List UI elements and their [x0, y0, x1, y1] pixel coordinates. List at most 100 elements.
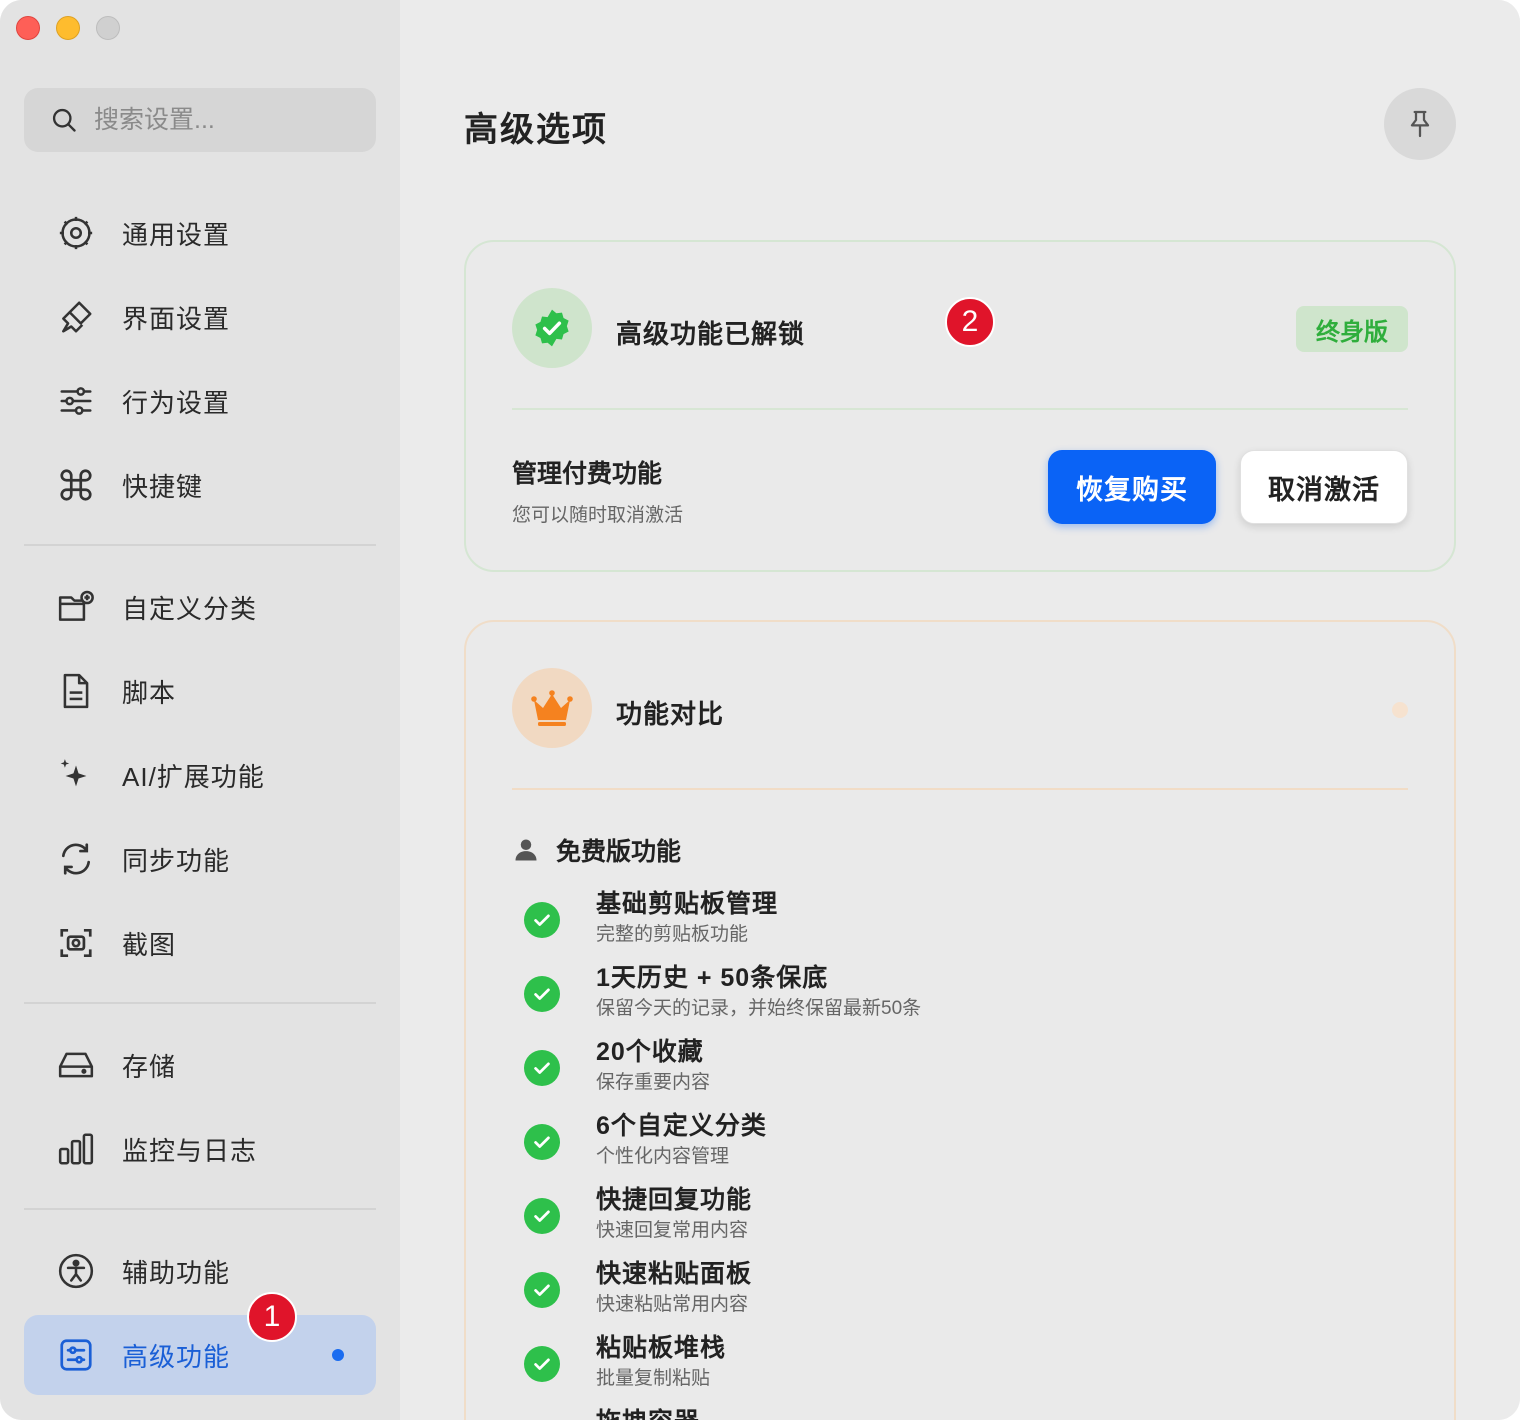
- verified-badge-icon: [512, 288, 592, 368]
- screenshot-icon: [56, 923, 96, 963]
- feature-item: 快捷回复功能 快速回复常用内容: [524, 1184, 752, 1246]
- sidebar-item-accessibility[interactable]: 辅助功能: [24, 1231, 376, 1311]
- sidebar-item-label: 同步功能: [122, 845, 231, 876]
- sidebar-divider: [24, 1208, 376, 1210]
- sidebar-item-general[interactable]: 通用设置: [24, 193, 376, 273]
- sidebar-item-shortcuts[interactable]: 快捷键: [24, 445, 376, 525]
- sidebar-item-label: 辅助功能: [122, 1257, 231, 1288]
- card-divider: [512, 788, 1408, 790]
- sidebar-item-label: AI/扩展功能: [122, 761, 265, 792]
- check-icon: [524, 1198, 560, 1234]
- sidebar-item-label: 快捷键: [122, 471, 204, 502]
- sidebar-item-sync[interactable]: 同步功能: [24, 819, 376, 899]
- feature-subtitle: 快速粘贴常用内容: [596, 1294, 749, 1315]
- main-content: 高级选项 高级功能已解锁 终身版 管理付费功能 您可以随时取消激活 恢复购买 取…: [400, 0, 1520, 1420]
- sidebar-item-label: 存储: [122, 1051, 177, 1082]
- feature-title: 6个自定义分类: [596, 1112, 767, 1140]
- premium-status-card: 高级功能已解锁 终身版 管理付费功能 您可以随时取消激活 恢复购买 取消激活: [464, 240, 1456, 572]
- bar-chart-icon: [56, 1129, 96, 1169]
- feature-title: 20个收藏: [596, 1038, 704, 1066]
- pin-button[interactable]: [1384, 88, 1456, 160]
- zoom-window-button[interactable]: [96, 16, 120, 40]
- check-icon: [524, 1050, 560, 1086]
- manage-title: 管理付费功能: [512, 460, 663, 488]
- sidebar-item-advanced[interactable]: 高级功能: [24, 1315, 376, 1395]
- sidebar-item-label: 自定义分类: [122, 593, 258, 624]
- manage-subtitle: 您可以随时取消激活: [512, 505, 684, 526]
- sidebar: 通用设置 界面设置 行为设置 快捷键 自定义分类: [0, 0, 400, 1420]
- feature-subtitle: 个性化内容管理: [596, 1146, 730, 1167]
- card-divider: [512, 408, 1408, 410]
- sidebar-item-label: 通用设置: [122, 219, 231, 250]
- sidebar-item-label: 界面设置: [122, 303, 231, 334]
- feature-item: 拖拽容器: [524, 1406, 700, 1420]
- sparkles-icon: [56, 755, 96, 795]
- feature-subtitle: 保留今天的记录，并始终保留最新50条: [596, 998, 922, 1019]
- paintbrush-icon: [56, 297, 96, 337]
- folder-plus-icon: [56, 587, 96, 627]
- minimize-window-button[interactable]: [56, 16, 80, 40]
- feature-item: 1天历史 + 50条保底保留今天的记录，并始终保留最新50条: [524, 962, 921, 1024]
- feature-item: 6个自定义分类个性化内容管理: [524, 1110, 767, 1172]
- feature-item: 快速粘贴面板快速粘贴常用内容: [524, 1258, 752, 1320]
- sidebar-divider: [24, 544, 376, 546]
- gear-icon: [56, 213, 96, 253]
- sidebar-item-ai-extensions[interactable]: AI/扩展功能: [24, 735, 376, 815]
- feature-title: 快捷回复功能: [596, 1186, 753, 1214]
- sync-icon: [56, 839, 96, 879]
- feature-subtitle: 批量复制粘贴: [596, 1368, 711, 1389]
- feature-item: 20个收藏保存重要内容: [524, 1036, 710, 1098]
- window-controls: [16, 16, 120, 40]
- pin-icon: [1410, 110, 1430, 138]
- feature-subtitle: 完整的剪贴板功能: [596, 924, 749, 945]
- annotation-badge: 2: [945, 297, 995, 347]
- user-icon: [515, 839, 537, 861]
- check-icon: [524, 902, 560, 938]
- accessibility-icon: [56, 1251, 96, 1291]
- lifetime-badge: 终身版: [1296, 306, 1408, 352]
- premium-status-title: 高级功能已解锁: [616, 319, 806, 349]
- restore-purchase-button[interactable]: 恢复购买: [1048, 450, 1216, 524]
- sidebar-item-interface[interactable]: 界面设置: [24, 277, 376, 357]
- deactivate-button[interactable]: 取消激活: [1240, 450, 1408, 524]
- feature-title: 基础剪贴板管理: [596, 890, 779, 918]
- feature-title: 粘贴板堆栈: [596, 1334, 727, 1362]
- sidebar-item-screenshot[interactable]: 截图: [24, 903, 376, 983]
- drive-icon: [56, 1045, 96, 1085]
- command-key-icon: [56, 465, 96, 505]
- sidebar-item-monitoring[interactable]: 监控与日志: [24, 1109, 376, 1189]
- check-icon: [524, 1346, 560, 1382]
- feature-title: 1天历史 + 50条保底: [596, 964, 829, 992]
- free-section-header: 免费版功能: [512, 832, 681, 868]
- check-icon: [524, 1272, 560, 1308]
- search-box[interactable]: [24, 88, 376, 152]
- search-icon: [52, 108, 76, 132]
- feature-item: 粘贴板堆栈批量复制粘贴: [524, 1332, 726, 1394]
- sidebar-item-label: 高级功能: [122, 1341, 231, 1372]
- sliders-icon: [56, 381, 96, 421]
- feature-subtitle: 保存重要内容: [596, 1072, 711, 1093]
- annotation-badge: 1: [247, 1292, 297, 1342]
- app-window: 通用设置 界面设置 行为设置 快捷键 自定义分类: [0, 0, 1520, 1420]
- feature-title: 快速粘贴面板: [596, 1260, 753, 1288]
- crown-icon: [512, 668, 592, 748]
- sidebar-item-custom-categories[interactable]: 自定义分类: [24, 567, 376, 647]
- feature-title: 拖拽容器: [596, 1406, 700, 1420]
- page-title: 高级选项: [464, 111, 608, 149]
- check-icon: [524, 976, 560, 1012]
- sidebar-item-label: 监控与日志: [122, 1135, 258, 1166]
- sidebar-item-label: 截图: [122, 929, 177, 960]
- check-icon: [524, 1124, 560, 1160]
- close-window-button[interactable]: [16, 16, 40, 40]
- document-icon: [56, 671, 96, 711]
- feature-compare-title: 功能对比: [616, 699, 725, 729]
- sidebar-item-behavior[interactable]: 行为设置: [24, 361, 376, 441]
- feature-item: 基础剪贴板管理完整的剪贴板功能: [524, 888, 778, 950]
- sidebar-item-label: 脚本: [122, 677, 177, 708]
- status-dot: [1392, 702, 1408, 718]
- sidebar-item-scripts[interactable]: 脚本: [24, 651, 376, 731]
- settings-card-icon: [56, 1335, 96, 1375]
- sidebar-item-storage[interactable]: 存储: [24, 1025, 376, 1105]
- search-input[interactable]: [94, 105, 354, 135]
- free-section-title: 免费版功能: [556, 838, 682, 866]
